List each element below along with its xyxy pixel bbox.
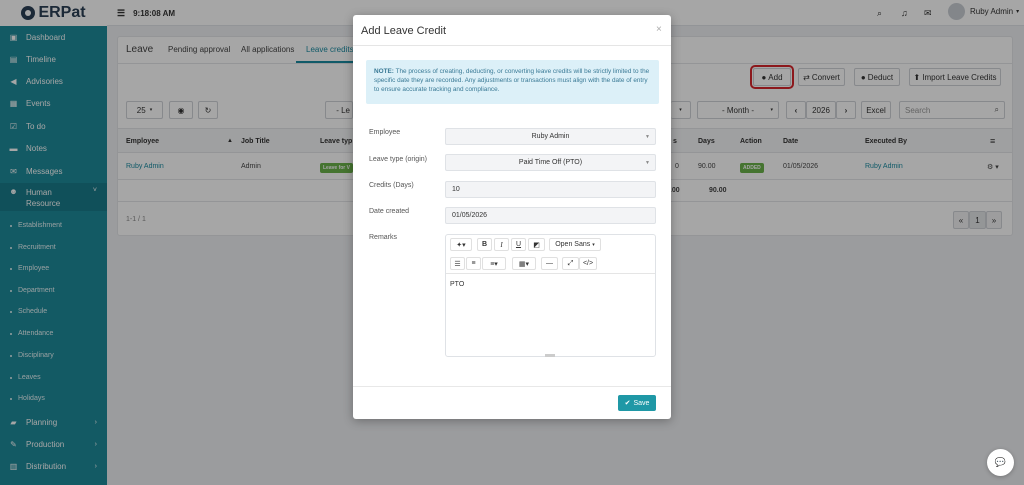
table-icon[interactable]: ▦▾	[512, 257, 536, 270]
horizontal-rule-icon[interactable]: —	[541, 257, 558, 270]
code-view-icon[interactable]: </>	[579, 257, 597, 270]
modal-footer-divider	[353, 386, 671, 387]
eraser-icon[interactable]: ◩	[528, 238, 545, 251]
modal-header-divider	[353, 45, 671, 46]
modal-title: Add Leave Credit	[361, 25, 446, 37]
close-icon[interactable]: ×	[656, 24, 662, 35]
magic-wand-icon[interactable]: ✦▾	[450, 238, 472, 251]
underline-icon[interactable]: U	[511, 238, 526, 251]
check-circle-icon: ✔	[624, 400, 631, 407]
credits-label: Credits (Days)	[369, 182, 414, 189]
caret-down-icon: ▼	[645, 159, 650, 166]
remarks-label: Remarks	[369, 234, 398, 241]
date-created-label: Date created	[369, 208, 410, 215]
note-alert: NOTE: The process of creating, deducting…	[366, 60, 659, 104]
remarks-editor[interactable]	[445, 234, 656, 357]
fullscreen-icon[interactable]: ⤢	[562, 257, 579, 270]
leave-type-select[interactable]: Paid Time Off (PTO) ▼	[445, 154, 656, 171]
font-family-select[interactable]: Open Sans ▾	[549, 238, 601, 251]
caret-down-icon: ▼	[645, 133, 650, 140]
editor-toolbar-divider	[446, 273, 655, 274]
numbered-list-icon[interactable]: ≡	[466, 257, 481, 270]
employee-label: Employee	[369, 129, 401, 136]
bold-icon[interactable]: B	[477, 238, 492, 251]
employee-select[interactable]: Ruby Admin ▼	[445, 128, 656, 145]
align-icon[interactable]: ≡▾	[482, 257, 506, 270]
date-created-input[interactable]: 01/05/2026	[445, 207, 656, 224]
resize-handle[interactable]	[545, 354, 555, 357]
credits-input[interactable]: 10	[445, 181, 656, 198]
bullet-list-icon[interactable]: ☰	[450, 257, 465, 270]
save-button[interactable]: ✔ Save	[618, 395, 656, 411]
chat-icon[interactable]: 💬	[987, 449, 1014, 476]
italic-icon[interactable]: I	[494, 238, 509, 251]
remarks-text: PTO	[450, 281, 465, 288]
leave-type-label: Leave type (origin)	[369, 156, 427, 163]
